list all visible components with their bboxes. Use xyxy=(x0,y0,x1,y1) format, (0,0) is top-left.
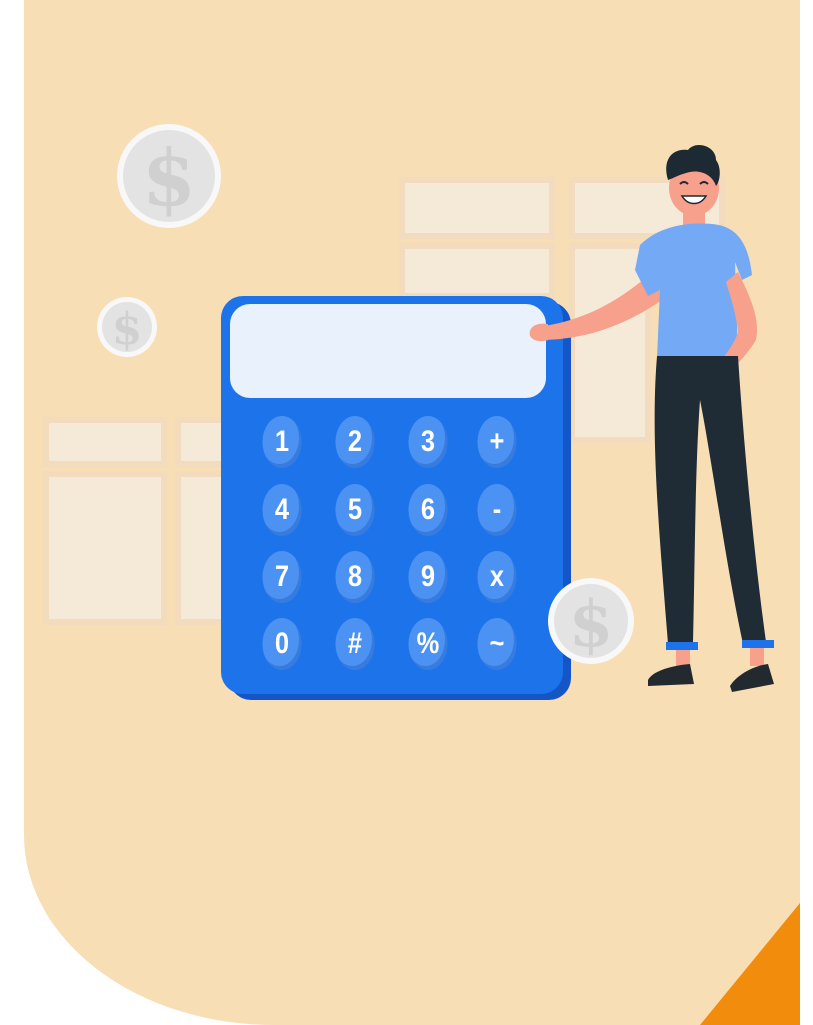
orange-corner-accent xyxy=(700,903,800,1025)
illustration-canvas: $ $ 1 2 3 +4 5 6-7 8 9 x 0 #% ~ $ xyxy=(0,0,813,1025)
